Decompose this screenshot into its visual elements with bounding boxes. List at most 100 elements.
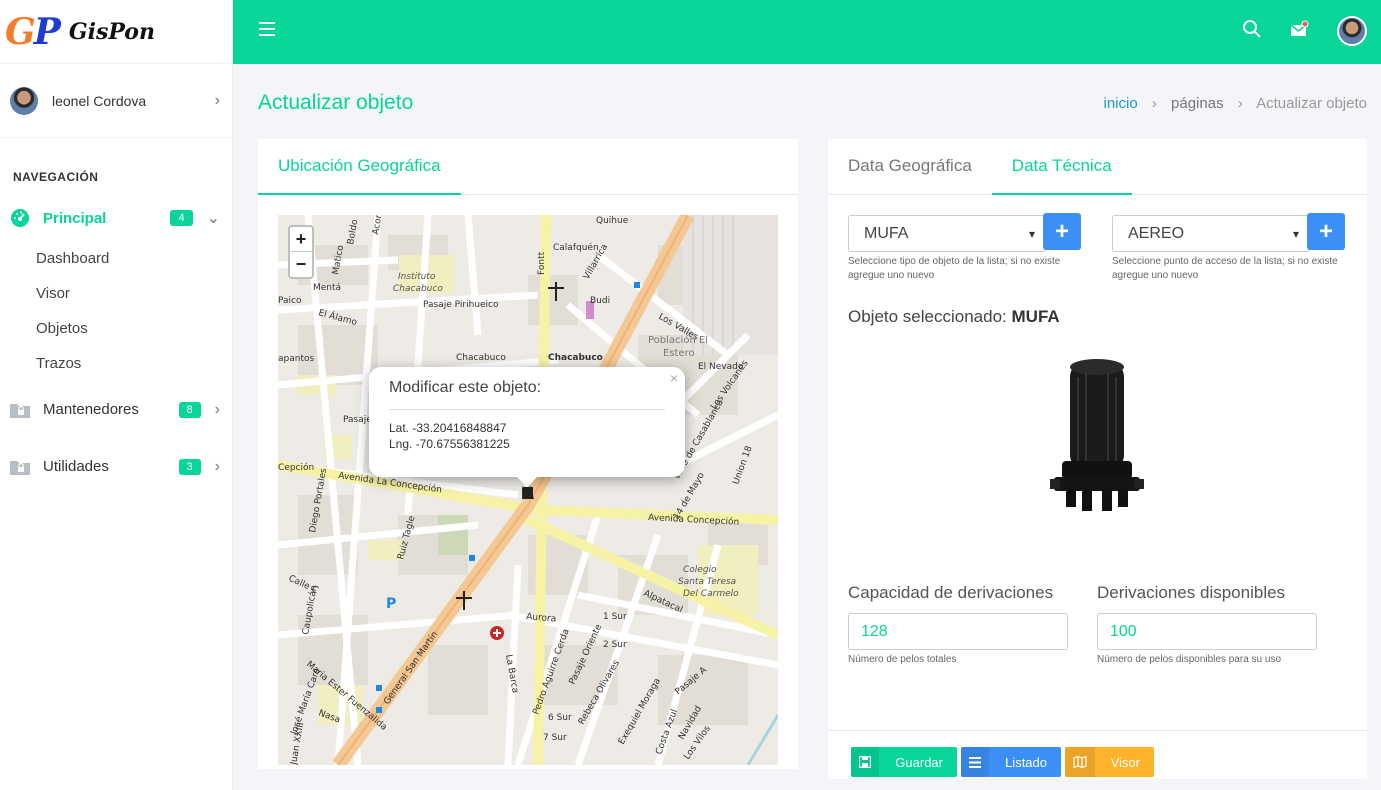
tab-ubicacion-geografica[interactable]: Ubicación Geográfica [258,139,461,195]
map-zoom-control: + − [288,225,314,279]
capacity-field: Capacidad de derivaciones 128 Número de … [848,583,1068,665]
breadcrumb-current: Actualizar objeto [1256,95,1367,112]
tab-data-tecnica[interactable]: Data Técnica [991,139,1132,195]
svg-text:P: P [386,596,396,612]
avatar [10,86,38,115]
breadcrumb-link-paginas[interactable]: páginas [1171,95,1224,112]
chevron-right-icon: › [214,457,220,475]
svg-text:Chacabuco: Chacabuco [456,353,506,363]
add-access-point-button[interactable]: + [1307,213,1345,250]
submenu-principal: Dashboard Visor Objetos Trazos [0,241,232,381]
object-data-card: Data Geográfica Data Técnica MUFA ▾ + Se… [828,139,1367,779]
chevron-down-icon: ▾ [1292,226,1299,241]
sidebar: G P GisPon leonel Cordova › NAVEGACIÓN P… [0,0,233,790]
count-badge: 3 [178,458,201,475]
svg-text:Cepción: Cepción [278,462,314,473]
list-button[interactable]: Listado [961,747,1061,777]
logo-letter-g: G [5,10,36,53]
svg-text:Paico: Paico [278,296,302,306]
svg-text:Calafquén: Calafquén [553,242,599,253]
available-label: Derivaciones disponibles [1097,583,1286,602]
chevron-right-icon: › [1237,95,1243,112]
available-help: Número de pelos disponibles para su uso [1097,654,1281,665]
svg-text:apantos: apantos [278,354,314,364]
object-type-help: Seleccione tipo de objeto de la lista; s… [848,256,1061,281]
breadcrumb-link-inicio[interactable]: inicio [1104,95,1138,112]
svg-text:6 Sur: 6 Sur [548,713,572,723]
user-name: leonel Cordova [52,92,147,109]
avatar[interactable] [1337,16,1367,46]
sidebar-item-label: Principal [43,209,107,227]
mail-icon[interactable] [1290,20,1310,43]
save-icon [851,747,880,777]
viewer-button[interactable]: Visor [1065,747,1154,777]
tab-bar: Ubicación Geográfica [258,139,798,195]
tab-data-geografica[interactable]: Data Geográfica [828,139,992,195]
svg-text:Población El: Población El [648,334,708,346]
popup-title-link[interactable]: Modificar este objeto: [389,379,665,410]
map-tiles[interactable]: P CalafquénVillarrica InstitutoChacabuco… [278,215,778,765]
save-label: Guardar [895,754,943,770]
splice-closure-image [1050,357,1146,522]
svg-text:Quihue: Quihue [596,216,629,226]
object-type-group: MUFA ▾ + Seleccione tipo de objeto de la… [848,213,1083,283]
logo-letter-p: P [33,10,61,53]
access-point-select[interactable]: AEREO ▾ [1112,215,1310,252]
svg-text:Fontt: Fontt [537,251,547,275]
svg-text:Instituto: Instituto [398,272,436,282]
nav-section-title: NAVEGACIÓN [13,170,99,184]
svg-text:Del Carmelo: Del Carmelo [683,589,739,599]
count-badge: 4 [170,210,193,226]
capacity-input[interactable]: 128 [848,613,1068,650]
dashboard-icon [10,208,30,228]
chevron-down-icon: ▾ [1028,226,1035,241]
chevron-right-icon: › [1151,95,1157,112]
popup-close-button[interactable]: × [670,370,678,386]
sidebar-subitem-visor[interactable]: Visor [36,276,232,311]
svg-text:Chacabuco: Chacabuco [548,353,603,363]
brand-logo[interactable]: G P GisPon [0,0,232,64]
svg-text:Estero: Estero [663,348,695,359]
topbar [233,0,1381,64]
sidebar-subitem-trazos[interactable]: Trazos [36,346,232,381]
access-point-group: AEREO ▾ + Seleccione punto de acceso de … [1112,213,1347,283]
card-divider [828,730,1367,731]
available-field: Derivaciones disponibles 100 Número de p… [1097,583,1317,665]
user-profile-link[interactable]: leonel Cordova › [0,64,232,138]
object-type-select[interactable]: MUFA ▾ [848,215,1046,252]
map[interactable]: P Calafquén Villarrica Instituto Chacabuco… [278,215,778,765]
selected-object-value: MUFA [1011,307,1060,326]
brand-name: GisPon [68,18,155,45]
access-point-help: Seleccione punto de acceso de la lista; … [1112,256,1338,281]
search-icon[interactable] [1242,19,1262,44]
count-badge: 8 [178,401,201,418]
sidebar-item-principal[interactable]: Principal 4 ⌄ [0,195,232,241]
lock-folder-icon [10,457,30,477]
svg-text:Budi: Budi [590,296,610,306]
list-icon [961,747,990,777]
available-input[interactable]: 100 [1097,613,1317,650]
menu-icon[interactable] [259,22,275,40]
selected-object-heading: Objeto seleccionado: MUFA [848,307,1060,327]
svg-text:2 Sur: 2 Sur [603,640,627,650]
sidebar-item-utilidades[interactable]: Utilidades 3 › [0,438,232,495]
chevron-right-icon: › [214,91,220,109]
tab-bar: Data Geográfica Data Técnica [828,139,1367,195]
sidebar-item-mantenedores[interactable]: Mantenedores 8 › [0,381,232,438]
zoom-in-button[interactable]: + [290,227,312,252]
object-type-value: MUFA [864,224,909,242]
capacity-label: Capacidad de derivaciones [848,583,1054,602]
selected-object-prefix: Objeto seleccionado: [848,307,1012,326]
access-point-value: AEREO [1128,224,1185,242]
sidebar-subitem-dashboard[interactable]: Dashboard [36,241,232,276]
sidebar-item-label: Mantenedores [43,401,139,418]
map-icon [1065,747,1095,777]
sidebar-subitem-objetos[interactable]: Objetos [36,311,232,346]
save-button[interactable]: Guardar [851,747,957,777]
svg-text:Pasaje: Pasaje [343,415,372,425]
svg-text:Pasaje Pirihueico: Pasaje Pirihueico [423,300,499,310]
zoom-out-button[interactable]: − [290,252,312,277]
add-object-type-button[interactable]: + [1043,213,1081,250]
action-bar: Guardar Listado Visor [851,747,1158,777]
svg-text:Mentá: Mentá [313,283,341,293]
